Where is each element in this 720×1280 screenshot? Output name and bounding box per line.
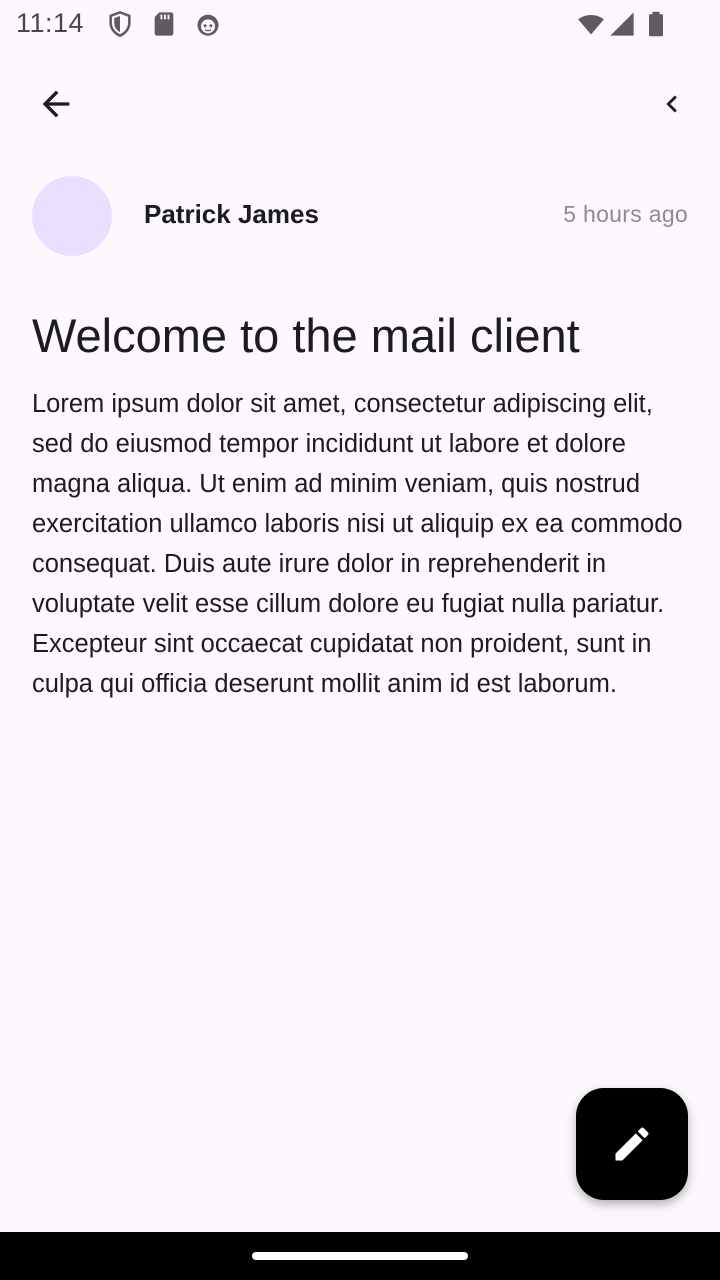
sd-card-icon: [150, 10, 178, 38]
shield-icon: [106, 10, 134, 38]
status-time: 11:14: [16, 8, 85, 38]
mail-detail-screen: 11:14 Patrick James 5 hours ago Welcome …: [0, 0, 720, 1280]
chevron-left-icon: [666, 95, 677, 113]
collapse-button[interactable]: [640, 72, 704, 136]
face-icon: [194, 10, 222, 38]
email-body: Lorem ipsum dolor sit amet, consectetur …: [32, 390, 683, 698]
back-button[interactable]: [24, 72, 88, 136]
sender-avatar: [32, 176, 112, 256]
email-timestamp: 5 hours ago: [563, 201, 688, 227]
arrow-back-icon: [42, 90, 70, 118]
edit-icon: [615, 1127, 649, 1161]
sender-name: Patrick James: [144, 199, 319, 229]
wifi-icon: [576, 10, 606, 38]
compose-fab[interactable]: [576, 1088, 688, 1200]
system-navigation-bar: [0, 1232, 720, 1280]
top-app-bar: [0, 64, 720, 144]
status-bar: 11:14: [0, 0, 720, 48]
cell-signal-icon: [608, 10, 636, 38]
battery-icon: [642, 10, 670, 38]
home-gesture-handle[interactable]: [252, 1252, 468, 1260]
email-subject: Welcome to the mail client: [32, 309, 580, 362]
